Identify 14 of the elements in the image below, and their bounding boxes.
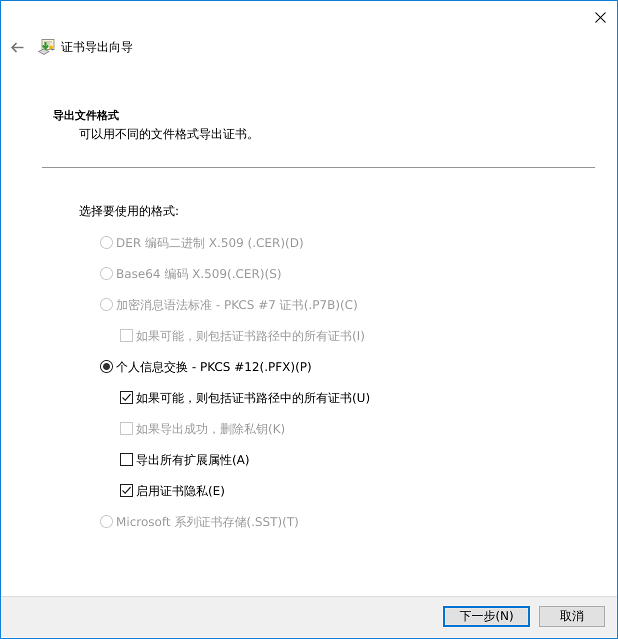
- cancel-button[interactable]: 取消: [539, 606, 605, 627]
- next-button[interactable]: 下一步(N): [443, 606, 530, 627]
- certificate-icon: [38, 38, 55, 56]
- checkbox-option[interactable]: 启用证书隐私(E): [120, 482, 225, 500]
- back-arrow-icon: [11, 42, 24, 52]
- section-title: 导出文件格式: [53, 108, 119, 124]
- checkbox-option[interactable]: 如果可能，则包括证书路径中的所有证书(U): [120, 388, 370, 406]
- back-button[interactable]: [11, 42, 24, 52]
- window-title: 证书导出向导: [61, 39, 133, 56]
- section-subtitle: 可以用不同的文件格式导出证书。: [79, 126, 259, 143]
- radio-option[interactable]: 个人信息交换 - PKCS #12(.PFX)(P): [100, 358, 312, 376]
- prompt-label: 选择要使用的格式:: [79, 203, 180, 220]
- close-icon: [594, 12, 606, 23]
- checkbox-option[interactable]: 导出所有扩展属性(A): [120, 450, 250, 468]
